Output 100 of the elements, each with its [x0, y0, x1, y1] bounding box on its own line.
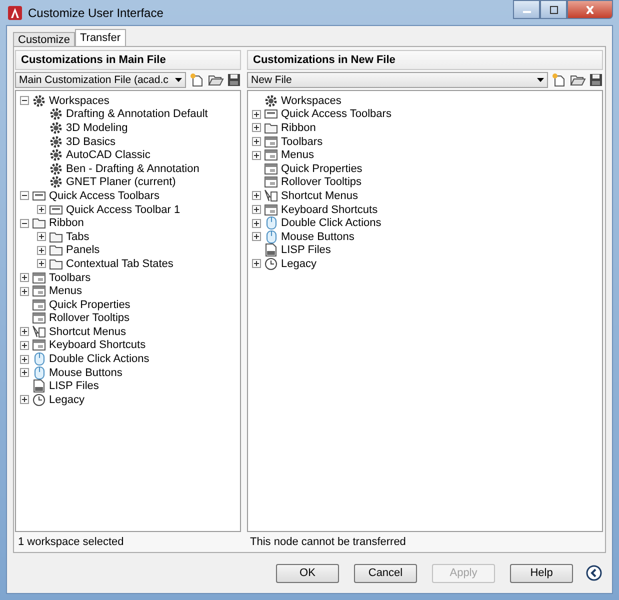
tree-item[interactable]: LISP Files [281, 244, 331, 256]
tab[interactable]: Customize [13, 32, 75, 46]
minimize-button[interactable] [513, 0, 540, 19]
expand-toggle[interactable] [252, 232, 261, 242]
expand-toggle[interactable] [20, 395, 29, 404]
tree-item[interactable]: Tabs [66, 230, 90, 243]
tree-item[interactable]: Double Click Actions [281, 217, 382, 230]
close-icon [585, 6, 595, 14]
expand-toggle[interactable] [20, 218, 29, 228]
expand-toggle[interactable] [37, 246, 46, 255]
tree-item[interactable]: Rollover Tooltips [281, 176, 362, 188]
pointer-icon [32, 324, 46, 339]
tree-item[interactable]: Drafting & Annotation Default [66, 108, 208, 120]
expand-toggle[interactable] [252, 205, 261, 214]
open-folder-icon[interactable] [208, 73, 224, 87]
mouse-icon [264, 230, 278, 244]
tree-item[interactable]: Mouse Buttons [281, 230, 354, 243]
document-icon [264, 243, 278, 258]
clock-icon [264, 256, 278, 271]
folder-icon [264, 120, 278, 135]
expand-toggle[interactable] [20, 340, 29, 350]
tab[interactable]: Transfer [74, 29, 126, 46]
expand-toggle[interactable] [252, 137, 261, 146]
pointer-icon [264, 188, 278, 203]
tree-item[interactable]: GNET Planer (current) [66, 176, 176, 188]
dialog-button[interactable]: OK [276, 564, 339, 582]
expand-toggle[interactable] [20, 191, 29, 200]
tree-item[interactable]: Ribbon [49, 217, 84, 230]
tree-item[interactable]: LISP Files [49, 380, 99, 392]
expand-toggle[interactable] [252, 218, 261, 228]
folder-icon [32, 216, 46, 230]
new-file-icon[interactable] [551, 73, 567, 87]
expand-toggle[interactable] [252, 110, 261, 119]
expand-toggle[interactable] [37, 259, 46, 268]
caret-icon [537, 78, 544, 82]
tree-item[interactable]: Workspaces [49, 94, 110, 107]
gear-icon [264, 94, 278, 108]
tree-item[interactable]: Shortcut Menus [49, 326, 126, 338]
tree-item[interactable]: Toolbars [281, 136, 323, 148]
tree-item[interactable]: Contextual Tab States [66, 258, 174, 270]
dialog-button[interactable]: Help [510, 564, 573, 582]
expand-toggle[interactable] [252, 123, 261, 132]
save-icon[interactable] [227, 73, 241, 87]
expand-toggle[interactable] [37, 232, 46, 242]
dialog-button[interactable]: Cancel [354, 564, 417, 582]
tree-item[interactable]: Double Click Actions [49, 353, 150, 366]
tree-item[interactable]: Shortcut Menus [281, 190, 358, 202]
folder-icon [49, 256, 63, 271]
expand-toggle[interactable] [20, 368, 29, 378]
mouse-icon [32, 366, 46, 380]
toolbar-icon [32, 188, 46, 203]
window-icon [32, 284, 46, 298]
new-file-icon[interactable] [189, 73, 205, 87]
tree-item[interactable]: Legacy [281, 258, 316, 270]
tree-item[interactable]: 3D Modeling [66, 122, 128, 134]
gear-icon [49, 162, 63, 176]
expand-toggle[interactable] [252, 259, 261, 268]
tree-item[interactable]: Menus [281, 149, 314, 162]
expand-toggle[interactable] [20, 327, 29, 336]
expand-toggle[interactable] [20, 96, 29, 106]
toolbar-icon [49, 202, 63, 217]
tree-item[interactable]: Panels [66, 244, 100, 256]
expand-toggle[interactable] [20, 286, 29, 296]
gear-icon [49, 107, 63, 122]
tree-item[interactable]: Mouse Buttons [49, 366, 122, 379]
tree-item[interactable]: Keyboard Shortcuts [49, 339, 146, 352]
tree-item[interactable]: Menus [49, 285, 82, 298]
tree-item[interactable]: 3D Basics [66, 136, 116, 148]
expand-toggle[interactable] [20, 273, 29, 282]
gear-icon [49, 175, 63, 190]
tree-item[interactable]: Ben - Drafting & Annotation [66, 162, 200, 175]
expand-toggle[interactable] [252, 150, 261, 160]
tree-item[interactable]: Quick Properties [281, 162, 362, 175]
save-icon[interactable] [589, 73, 603, 87]
open-folder-icon[interactable] [570, 73, 586, 87]
window-icon [264, 148, 278, 162]
document-icon [32, 379, 46, 394]
file-dropdown[interactable]: New File [247, 72, 548, 88]
collapse-button[interactable] [586, 565, 602, 581]
tree-item[interactable]: Quick Properties [49, 298, 130, 311]
file-dropdown[interactable]: Main Customization File (acad.c [15, 72, 186, 88]
tree-item[interactable]: Quick Access Toolbars [49, 190, 160, 202]
window-icon [32, 270, 46, 285]
gear-icon [32, 94, 46, 108]
caret-icon [175, 78, 182, 82]
expand-toggle[interactable] [20, 354, 29, 364]
expand-toggle[interactable] [37, 205, 46, 214]
close-button[interactable] [567, 0, 613, 19]
tree-item[interactable]: Workspaces [281, 94, 342, 107]
expand-toggle[interactable] [252, 191, 261, 200]
tree-item[interactable]: Legacy [49, 394, 84, 406]
tree-item[interactable]: AutoCAD Classic [66, 149, 150, 162]
gear-icon [49, 134, 63, 149]
tree-item[interactable]: Quick Access Toolbar 1 [66, 204, 180, 216]
tree-item[interactable]: Ribbon [281, 122, 316, 134]
tree-item[interactable]: Rollover Tooltips [49, 312, 130, 324]
tree-item[interactable]: Toolbars [49, 272, 91, 284]
tree-item[interactable]: Keyboard Shortcuts [281, 204, 378, 216]
tree-item[interactable]: Quick Access Toolbars [281, 108, 392, 120]
maximize-button[interactable] [540, 0, 567, 19]
